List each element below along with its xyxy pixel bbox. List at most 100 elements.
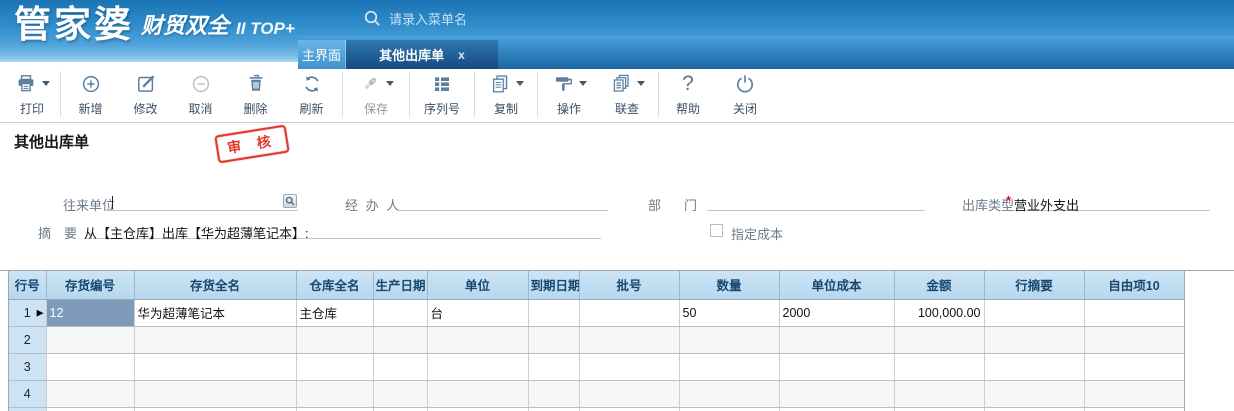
cell-free-item-10[interactable] xyxy=(1084,380,1184,408)
tab-main-screen[interactable]: 主界面 xyxy=(298,40,346,69)
cell-batch-no[interactable] xyxy=(579,299,680,327)
cell-free-item-10[interactable] xyxy=(1084,407,1184,411)
cell-warehouse[interactable]: 主仓库 xyxy=(296,299,374,327)
cell-expiry-date[interactable] xyxy=(528,380,580,408)
cell-batch-no[interactable] xyxy=(579,326,680,354)
col-header-row-no[interactable]: 行号 xyxy=(9,271,47,300)
assign-cost-checkbox[interactable] xyxy=(710,224,723,237)
add-button[interactable]: 新增 xyxy=(63,71,118,117)
row-number-cell[interactable]: 3 xyxy=(9,353,47,381)
linked-query-button[interactable]: 联查 xyxy=(598,71,656,117)
cell-quantity[interactable] xyxy=(679,407,780,411)
copy-button[interactable]: 复制 xyxy=(477,71,535,117)
col-header-quantity[interactable]: 数量 xyxy=(679,271,780,300)
row-number-cell[interactable]: 2 xyxy=(9,326,47,354)
cell-amount[interactable] xyxy=(894,326,985,354)
cell-unit-cost[interactable] xyxy=(779,326,895,354)
refresh-button[interactable]: 刷新 xyxy=(283,71,340,117)
operation-button[interactable]: 操作 xyxy=(540,71,598,117)
chevron-down-icon[interactable] xyxy=(41,81,50,86)
cell-warehouse[interactable] xyxy=(296,407,374,411)
cell-item-code[interactable] xyxy=(46,407,135,411)
cell-amount[interactable]: 100,000.00 xyxy=(894,299,985,327)
cell-item-code[interactable]: 12 xyxy=(46,299,135,327)
col-header-amount[interactable]: 金额 xyxy=(894,271,985,300)
cell-production-date[interactable] xyxy=(373,407,428,411)
modify-button[interactable]: 修改 xyxy=(118,71,173,117)
row-number-cell[interactable]: 1 ▶ xyxy=(9,299,47,327)
chevron-down-icon[interactable] xyxy=(636,81,645,86)
cell-production-date[interactable] xyxy=(373,299,428,327)
save-button[interactable]: 保存 xyxy=(345,71,407,117)
cell-item-code[interactable] xyxy=(46,380,135,408)
cell-quantity[interactable] xyxy=(679,380,780,408)
delete-button[interactable]: 删除 xyxy=(228,71,283,117)
close-button[interactable]: 关闭 xyxy=(715,71,775,117)
col-header-row-summary[interactable]: 行摘要 xyxy=(984,271,1085,300)
outbound-type-value[interactable]: 营业外支出 xyxy=(1014,195,1079,214)
cell-unit[interactable] xyxy=(427,407,529,411)
help-button[interactable]: ? 帮助 xyxy=(661,71,715,117)
partner-input[interactable] xyxy=(110,194,298,211)
tab-close-icon[interactable]: x xyxy=(458,48,465,62)
col-header-batch-no[interactable]: 批号 xyxy=(579,271,680,300)
cell-unit-cost[interactable] xyxy=(779,353,895,381)
cell-row-summary[interactable] xyxy=(984,326,1085,354)
menu-search-input[interactable]: 请录入菜单名 xyxy=(363,9,467,28)
cell-unit-cost[interactable] xyxy=(779,380,895,408)
row-number-cell[interactable]: 4 xyxy=(9,380,47,408)
cell-batch-no[interactable] xyxy=(579,407,680,411)
cell-expiry-date[interactable] xyxy=(528,407,580,411)
cell-item-name[interactable] xyxy=(134,353,297,381)
cell-row-summary[interactable] xyxy=(984,380,1085,408)
cell-production-date[interactable] xyxy=(373,326,428,354)
cell-item-name[interactable] xyxy=(134,326,297,354)
cell-unit[interactable]: 台 xyxy=(427,299,529,327)
tab-other-outbound-order[interactable]: 其他出库单 x xyxy=(346,40,498,69)
chevron-down-icon[interactable] xyxy=(515,81,524,86)
col-header-item-name[interactable]: 存货全名 xyxy=(134,271,297,300)
cell-free-item-10[interactable] xyxy=(1084,326,1184,354)
cell-row-summary[interactable] xyxy=(984,299,1085,327)
cell-unit[interactable] xyxy=(427,353,529,381)
chevron-down-icon[interactable] xyxy=(385,81,394,86)
cell-production-date[interactable] xyxy=(373,380,428,408)
print-button[interactable]: 打印 xyxy=(6,71,58,117)
cell-quantity[interactable]: 50 xyxy=(679,299,780,327)
cell-row-summary[interactable] xyxy=(984,407,1085,411)
cell-warehouse[interactable] xyxy=(296,326,374,354)
cell-row-summary[interactable] xyxy=(984,353,1085,381)
cell-quantity[interactable] xyxy=(679,353,780,381)
chevron-down-icon[interactable] xyxy=(578,81,587,86)
col-header-item-code[interactable]: 存货编号 xyxy=(46,271,135,300)
partner-lookup-button[interactable] xyxy=(283,194,297,208)
cell-amount[interactable] xyxy=(894,380,985,408)
cell-amount[interactable] xyxy=(894,353,985,381)
col-header-warehouse[interactable]: 仓库全名 xyxy=(296,271,374,300)
cell-batch-no[interactable] xyxy=(579,380,680,408)
summary-value[interactable]: 从【主仓库】出库【华为超薄笔记本】: xyxy=(84,223,309,242)
cancel-button[interactable]: 取消 xyxy=(173,71,228,117)
cell-free-item-10[interactable] xyxy=(1084,299,1184,327)
cell-warehouse[interactable] xyxy=(296,353,374,381)
col-header-unit-cost[interactable]: 单位成本 xyxy=(779,271,895,300)
cell-unit[interactable] xyxy=(427,326,529,354)
cell-item-name[interactable] xyxy=(134,380,297,408)
cell-item-name[interactable] xyxy=(134,407,297,411)
cell-item-code[interactable] xyxy=(46,353,135,381)
cell-unit-cost[interactable] xyxy=(779,407,895,411)
col-header-expiry-date[interactable]: 到期日期 xyxy=(528,271,580,300)
serial-number-button[interactable]: 序列号 xyxy=(412,71,472,117)
col-header-unit[interactable]: 单位 xyxy=(427,271,529,300)
department-input[interactable] xyxy=(707,194,925,211)
cell-unit[interactable] xyxy=(427,380,529,408)
cell-expiry-date[interactable] xyxy=(528,353,580,381)
row-number-cell[interactable] xyxy=(9,407,47,411)
cell-warehouse[interactable] xyxy=(296,380,374,408)
cell-unit-cost[interactable]: 2000 xyxy=(779,299,895,327)
cell-item-name[interactable]: 华为超薄笔记本 xyxy=(134,299,297,327)
cell-amount[interactable] xyxy=(894,407,985,411)
cell-expiry-date[interactable] xyxy=(528,299,580,327)
cell-batch-no[interactable] xyxy=(579,353,680,381)
cell-expiry-date[interactable] xyxy=(528,326,580,354)
